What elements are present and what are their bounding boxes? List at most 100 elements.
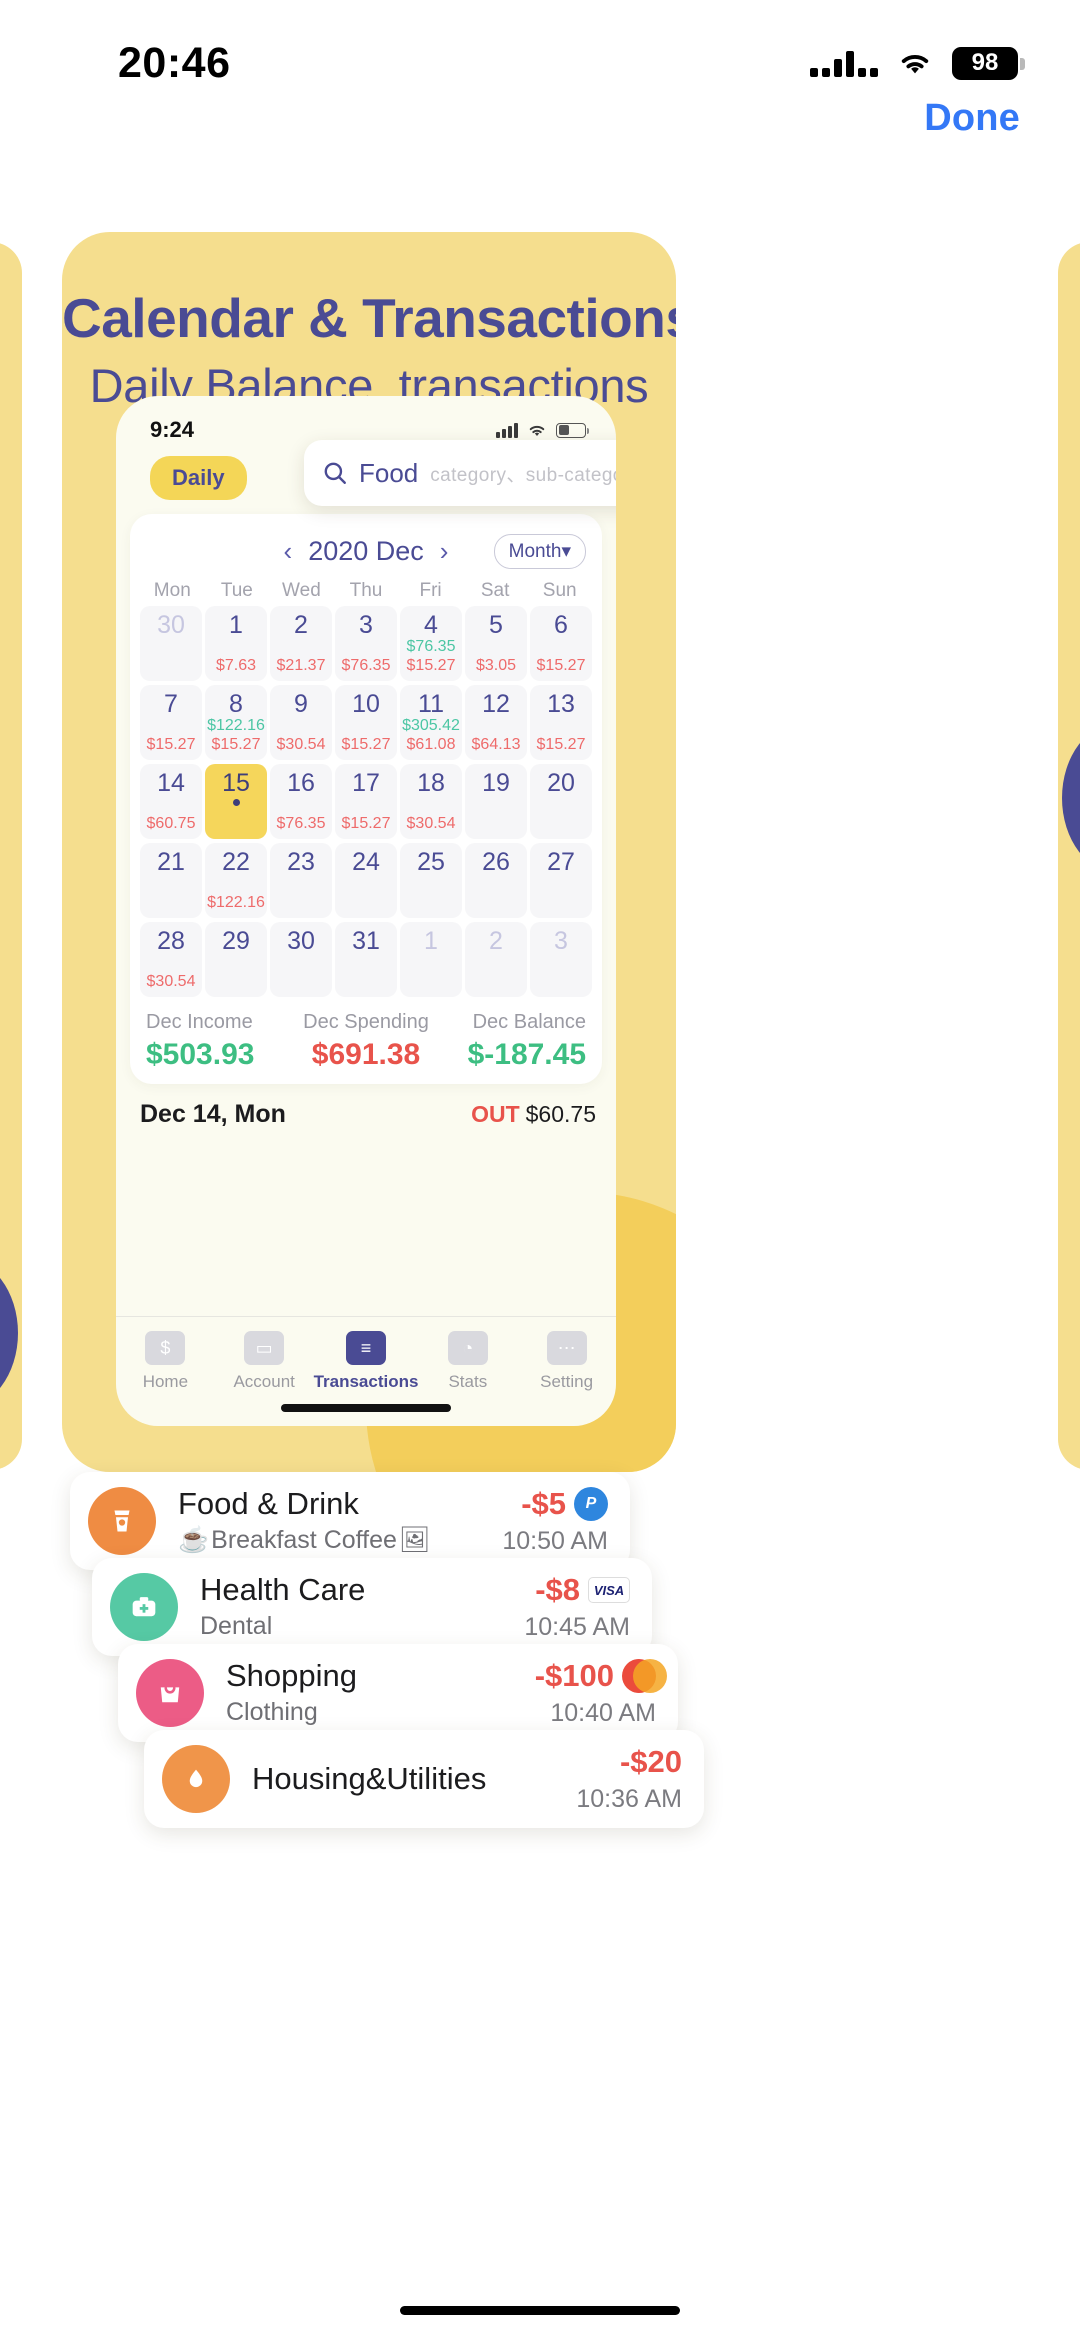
day-header: Dec 14, Mon OUT $60.75	[116, 1084, 616, 1137]
ios-status-bar: 20:46 98	[0, 0, 1080, 100]
mock-home-indicator	[281, 1404, 451, 1412]
calendar-day-cell[interactable]: 18 $30.54	[400, 764, 462, 839]
calendar-day-number: 7	[164, 690, 178, 718]
calendar-day-cell[interactable]: 3	[530, 922, 592, 997]
transaction-row[interactable]: Food & Drink ☕ Breakfast Coffee 🖼 -$5 P …	[70, 1472, 630, 1570]
battery-level: 98	[971, 49, 999, 76]
daily-toggle-pill[interactable]: Daily	[150, 456, 247, 500]
tab-stats[interactable]: ◔ Stats	[418, 1331, 517, 1392]
calendar-day-number: 26	[482, 848, 510, 876]
sliders-icon: ⋯	[546, 1331, 587, 1365]
day-expense-amount: $64.13	[471, 736, 521, 754]
medical-kit-icon	[110, 1573, 178, 1641]
calendar-day-cell[interactable]: 29	[205, 922, 267, 997]
calendar-day-cell[interactable]: 8 $122.16 $15.27	[205, 685, 267, 760]
day-amounts: $30.54	[400, 814, 462, 834]
calendar-day-cell[interactable]: 9 $30.54	[270, 685, 332, 760]
calendar-day-cell[interactable]: 22 $122.16	[205, 843, 267, 918]
transaction-time: 10:40 AM	[550, 1699, 656, 1727]
calendar-day-cell[interactable]: 24	[335, 843, 397, 918]
day-expense-amount: $30.54	[146, 973, 196, 991]
calendar-day-cell[interactable]: 13 $15.27	[530, 685, 592, 760]
day-expense-amount: $15.27	[406, 657, 456, 675]
calendar-day-cell[interactable]: 1 $7.63	[205, 606, 267, 681]
calendar-day-cell[interactable]: 31	[335, 922, 397, 997]
calendar-day-cell[interactable]: 19	[465, 764, 527, 839]
day-amounts: $7.63	[205, 656, 267, 676]
calendar-day-number: 16	[287, 769, 315, 797]
search-input[interactable]: Food category、sub-category、notes	[304, 440, 616, 506]
day-expense-amount: $15.27	[341, 815, 391, 833]
transaction-row[interactable]: Housing&Utilities -$20 10:36 AM	[144, 1730, 704, 1828]
transaction-amount: -$8	[535, 1572, 580, 1607]
day-expense-amount: $15.27	[211, 736, 261, 754]
calendar-day-cell[interactable]: 30	[140, 606, 202, 681]
calendar-weekday-1: Tue	[220, 580, 253, 601]
transaction-meta: -$8 VISA 10:45 AM	[524, 1572, 630, 1642]
day-header-total: OUT $60.75	[471, 1101, 596, 1128]
calendar-day-number: 31	[352, 927, 380, 955]
calendar-day-cell[interactable]: 12 $64.13	[465, 685, 527, 760]
day-amounts: $15.27	[335, 814, 397, 834]
calendar-day-cell[interactable]: 11 $305.42 $61.08	[400, 685, 462, 760]
calendar-day-cell[interactable]: 17 $15.27	[335, 764, 397, 839]
chevron-left-icon[interactable]: ‹	[268, 538, 309, 564]
calendar-day-cell[interactable]: 21	[140, 843, 202, 918]
calendar-day-cell[interactable]: 25	[400, 843, 462, 918]
calendar-day-number: 30	[287, 927, 315, 955]
pie-chart-icon: ◔	[447, 1331, 488, 1365]
tab-setting[interactable]: ⋯ Setting	[517, 1331, 616, 1392]
chevron-right-icon[interactable]: ›	[424, 538, 465, 564]
transaction-amount: -$5	[521, 1486, 566, 1521]
calendar-day-cell[interactable]: 2 $21.37	[270, 606, 332, 681]
transaction-body: Food & Drink ☕ Breakfast Coffee 🖼	[178, 1486, 502, 1555]
wifi-icon	[529, 425, 545, 436]
calendar-day-number: 8	[229, 690, 243, 718]
calendar-day-number: 11	[418, 690, 444, 718]
calendar-day-number: 6	[554, 611, 568, 639]
calendar-day-cell[interactable]: 20	[530, 764, 592, 839]
calendar-day-cell[interactable]: 16 $76.35	[270, 764, 332, 839]
calendar-month-label: 2020 Dec	[308, 535, 424, 566]
calendar-day-number: 1	[424, 927, 438, 955]
transaction-note: Clothing	[226, 1698, 535, 1727]
calendar-day-cell[interactable]: 4 $76.35 $15.27	[400, 606, 462, 681]
carousel-peek-left[interactable]	[0, 242, 22, 1470]
calendar-day-cell[interactable]: 1	[400, 922, 462, 997]
done-button[interactable]: Done	[924, 97, 1020, 140]
day-amounts: $305.42 $61.08	[400, 716, 462, 755]
app-screen: 20:46 98 Done Calendar & Transactions Da…	[0, 0, 1080, 2337]
calendar-day-cell[interactable]: 15	[205, 764, 267, 839]
tab-home[interactable]: $ Home	[116, 1331, 215, 1392]
day-event-dot	[232, 799, 240, 807]
battery-icon: 98	[952, 46, 1025, 80]
calendar-weekday-0: Mon	[153, 580, 191, 601]
calendar-day-cell[interactable]: 30	[270, 922, 332, 997]
transaction-row[interactable]: Shopping Clothing -$100 10:40 AM	[118, 1644, 678, 1742]
calendar-day-cell[interactable]: 23	[270, 843, 332, 918]
calendar-mode-select[interactable]: Month▾	[493, 534, 586, 569]
tab-account[interactable]: ▭ Account	[215, 1331, 314, 1392]
battery-icon	[556, 422, 589, 438]
calendar-day-cell[interactable]: 14 $60.75	[140, 764, 202, 839]
calendar-day-cell[interactable]: 6 $15.27	[530, 606, 592, 681]
calendar-day-cell[interactable]: 3 $76.35	[335, 606, 397, 681]
calendar-day-cell[interactable]: 7 $15.27	[140, 685, 202, 760]
transaction-note-text: Dental	[200, 1611, 273, 1640]
paypal-badge-icon: P	[574, 1487, 608, 1521]
tab-transactions[interactable]: ≡ Transactions	[314, 1331, 418, 1392]
calendar-day-number: 23	[287, 848, 315, 876]
transaction-body: Shopping Clothing	[226, 1658, 535, 1727]
transaction-row[interactable]: Health Care Dental -$8 VISA 10:45 AM	[92, 1558, 652, 1656]
summary-label: Dec Spending	[303, 1011, 429, 1033]
calendar-day-number: 29	[222, 927, 250, 955]
transaction-note: ☕ Breakfast Coffee 🖼	[178, 1526, 502, 1555]
calendar-day-number: 13	[547, 690, 575, 718]
calendar-day-cell[interactable]: 10 $15.27	[335, 685, 397, 760]
calendar-day-cell[interactable]: 28 $30.54	[140, 922, 202, 997]
calendar-day-cell[interactable]: 5 $3.05	[465, 606, 527, 681]
calendar-day-cell[interactable]: 26	[465, 843, 527, 918]
calendar-day-cell[interactable]: 27	[530, 843, 592, 918]
calendar-day-cell[interactable]: 2	[465, 922, 527, 997]
carousel-peek-right[interactable]	[1058, 242, 1080, 1470]
